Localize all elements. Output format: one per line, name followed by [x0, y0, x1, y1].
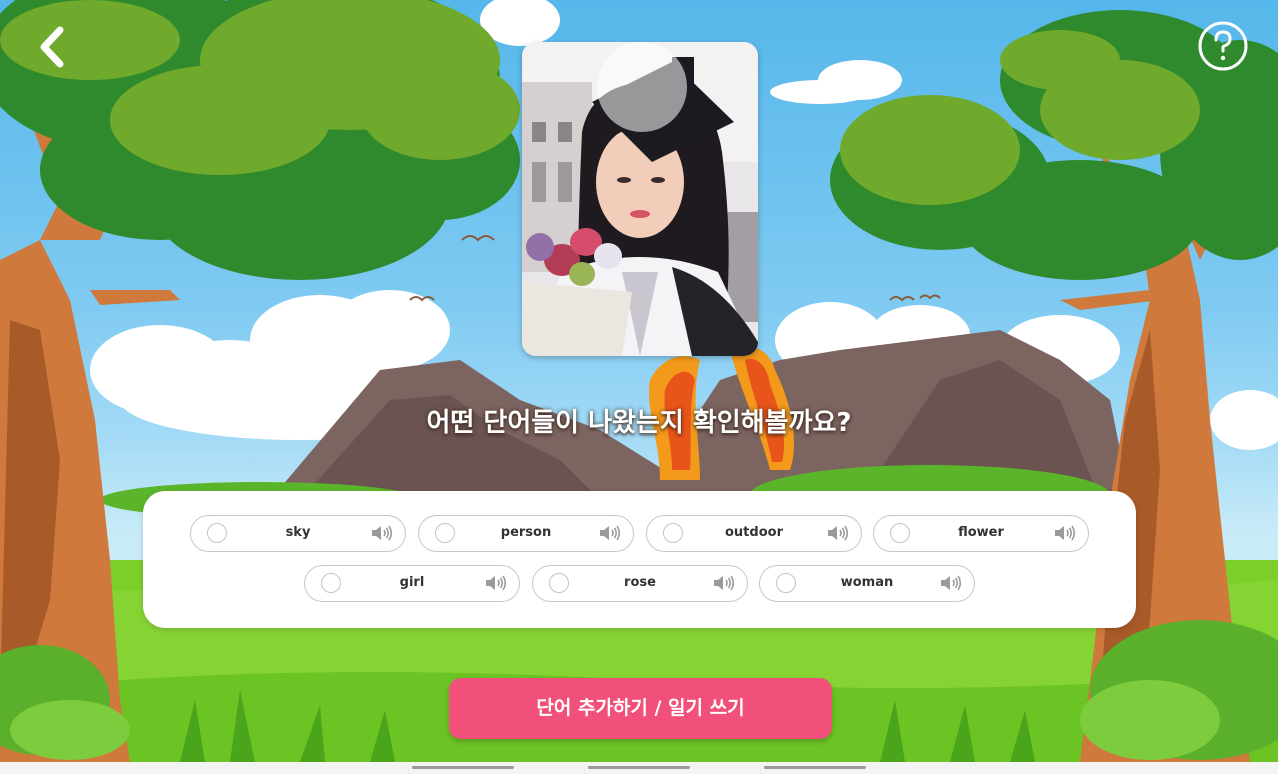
speaker-icon	[372, 525, 393, 541]
word-chip[interactable]: rose	[532, 565, 748, 602]
word-label: woman	[840, 575, 894, 590]
speaker-icon[interactable]	[1054, 524, 1076, 542]
word-chip[interactable]: sky	[190, 515, 406, 552]
word-label: person	[500, 525, 552, 540]
word-select-radio[interactable]	[321, 573, 341, 593]
word-select-radio[interactable]	[776, 573, 796, 593]
word-chip[interactable]: woman	[759, 565, 975, 602]
nav-handle[interactable]	[412, 766, 514, 769]
word-select-radio[interactable]	[890, 523, 910, 543]
speaker-icon	[486, 575, 507, 591]
speaker-icon[interactable]	[599, 524, 621, 542]
word-select-radio[interactable]	[207, 523, 227, 543]
speaker-icon[interactable]	[713, 574, 735, 592]
word-label: outdoor	[725, 525, 783, 540]
system-nav-bar	[0, 762, 1278, 774]
graduation-photo	[522, 42, 758, 356]
speaker-icon[interactable]	[485, 574, 507, 592]
speaker-icon[interactable]	[940, 574, 962, 592]
word-label: sky	[285, 525, 311, 540]
word-select-radio[interactable]	[549, 573, 569, 593]
word-label: rose	[624, 575, 656, 590]
photo-card	[522, 42, 758, 356]
word-chip[interactable]: outdoor	[646, 515, 862, 552]
speaker-icon[interactable]	[827, 524, 849, 542]
speaker-icon	[828, 525, 849, 541]
word-label: flower	[958, 525, 1004, 540]
word-list-panel: sky person outdoor flower girl rose woman	[143, 491, 1136, 628]
question-text: 어떤 단어들이 나왔는지 확인해볼까요?	[426, 408, 852, 438]
speaker-icon	[714, 575, 735, 591]
word-chip[interactable]: girl	[304, 565, 520, 602]
question-circle-icon	[1198, 21, 1248, 71]
word-label: girl	[399, 575, 425, 590]
nav-handle[interactable]	[588, 766, 690, 769]
word-select-radio[interactable]	[435, 523, 455, 543]
speaker-icon	[941, 575, 962, 591]
word-chip[interactable]: person	[418, 515, 634, 552]
speaker-icon[interactable]	[371, 524, 393, 542]
word-select-radio[interactable]	[663, 523, 683, 543]
back-button[interactable]	[28, 22, 78, 72]
add-word-diary-button[interactable]: 단어 추가하기 / 일기 쓰기	[449, 678, 832, 739]
chevron-left-icon	[40, 26, 64, 68]
help-button[interactable]	[1197, 20, 1249, 72]
nav-handle[interactable]	[764, 766, 866, 769]
word-chip[interactable]: flower	[873, 515, 1089, 552]
speaker-icon	[600, 525, 621, 541]
speaker-icon	[1055, 525, 1076, 541]
